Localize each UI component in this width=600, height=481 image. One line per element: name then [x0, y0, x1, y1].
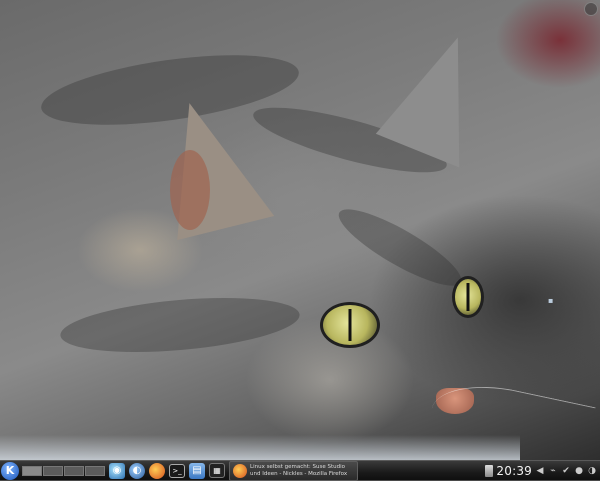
kmenu-glyph: K: [5, 464, 15, 477]
network-icon[interactable]: ⌁: [548, 466, 558, 476]
desktop-small-icon[interactable]: ▪: [548, 296, 557, 305]
battery-icon[interactable]: [485, 464, 494, 477]
terminal-icon[interactable]: >_: [169, 463, 185, 478]
firefox-icon: [233, 463, 247, 478]
task-title-line1: Linux selbst gemacht: Suse Studio: [250, 464, 345, 470]
taskbar: K ◉ ◐ >_ ▤ ▦ Linux selbst gemacht: Suse …: [0, 460, 600, 481]
cat-eye: [452, 276, 484, 318]
firefox-icon[interactable]: [149, 462, 165, 479]
volume-icon[interactable]: ◀: [535, 466, 545, 476]
pager-desktop-2[interactable]: [43, 465, 63, 476]
fur-stripe: [58, 289, 302, 361]
fur-stripe: [330, 197, 470, 298]
konqueror-icon[interactable]: ◐: [129, 462, 145, 479]
task-title: Linux selbst gemacht: Suse Studio und Id…: [250, 464, 354, 477]
pager-desktop-3[interactable]: [64, 465, 84, 476]
taskbar-task-firefox[interactable]: Linux selbst gemacht: Suse Studio und Id…: [229, 460, 358, 481]
clapper-icon[interactable]: ▦: [209, 463, 225, 478]
task-title-line2: und Ideen - Nickles - Mozilla Firefox: [250, 470, 348, 477]
desktop-wallpaper[interactable]: ▪: [0, 0, 600, 460]
kde-k-icon[interactable]: K: [1, 461, 19, 480]
desktop-pager: [22, 465, 105, 476]
desktop-toolbox-icon[interactable]: [584, 2, 598, 16]
clock[interactable]: 20:39: [496, 464, 532, 478]
expand-icon[interactable]: ◑: [587, 466, 597, 476]
power-icon[interactable]: ●: [574, 466, 584, 476]
system-tray: 20:39 ◀ ⌁ ✔ ● ◑: [485, 464, 597, 478]
cat-left-ear-inner: [170, 150, 210, 230]
pager-desktop-1[interactable]: [22, 465, 42, 476]
blanket: [0, 435, 520, 460]
pager-desktop-4[interactable]: [85, 465, 105, 476]
files-icon[interactable]: ▤: [189, 462, 205, 479]
update-icon[interactable]: ✔: [561, 466, 571, 476]
suse-icon[interactable]: ◉: [109, 462, 125, 479]
cat-eye: [320, 302, 380, 348]
